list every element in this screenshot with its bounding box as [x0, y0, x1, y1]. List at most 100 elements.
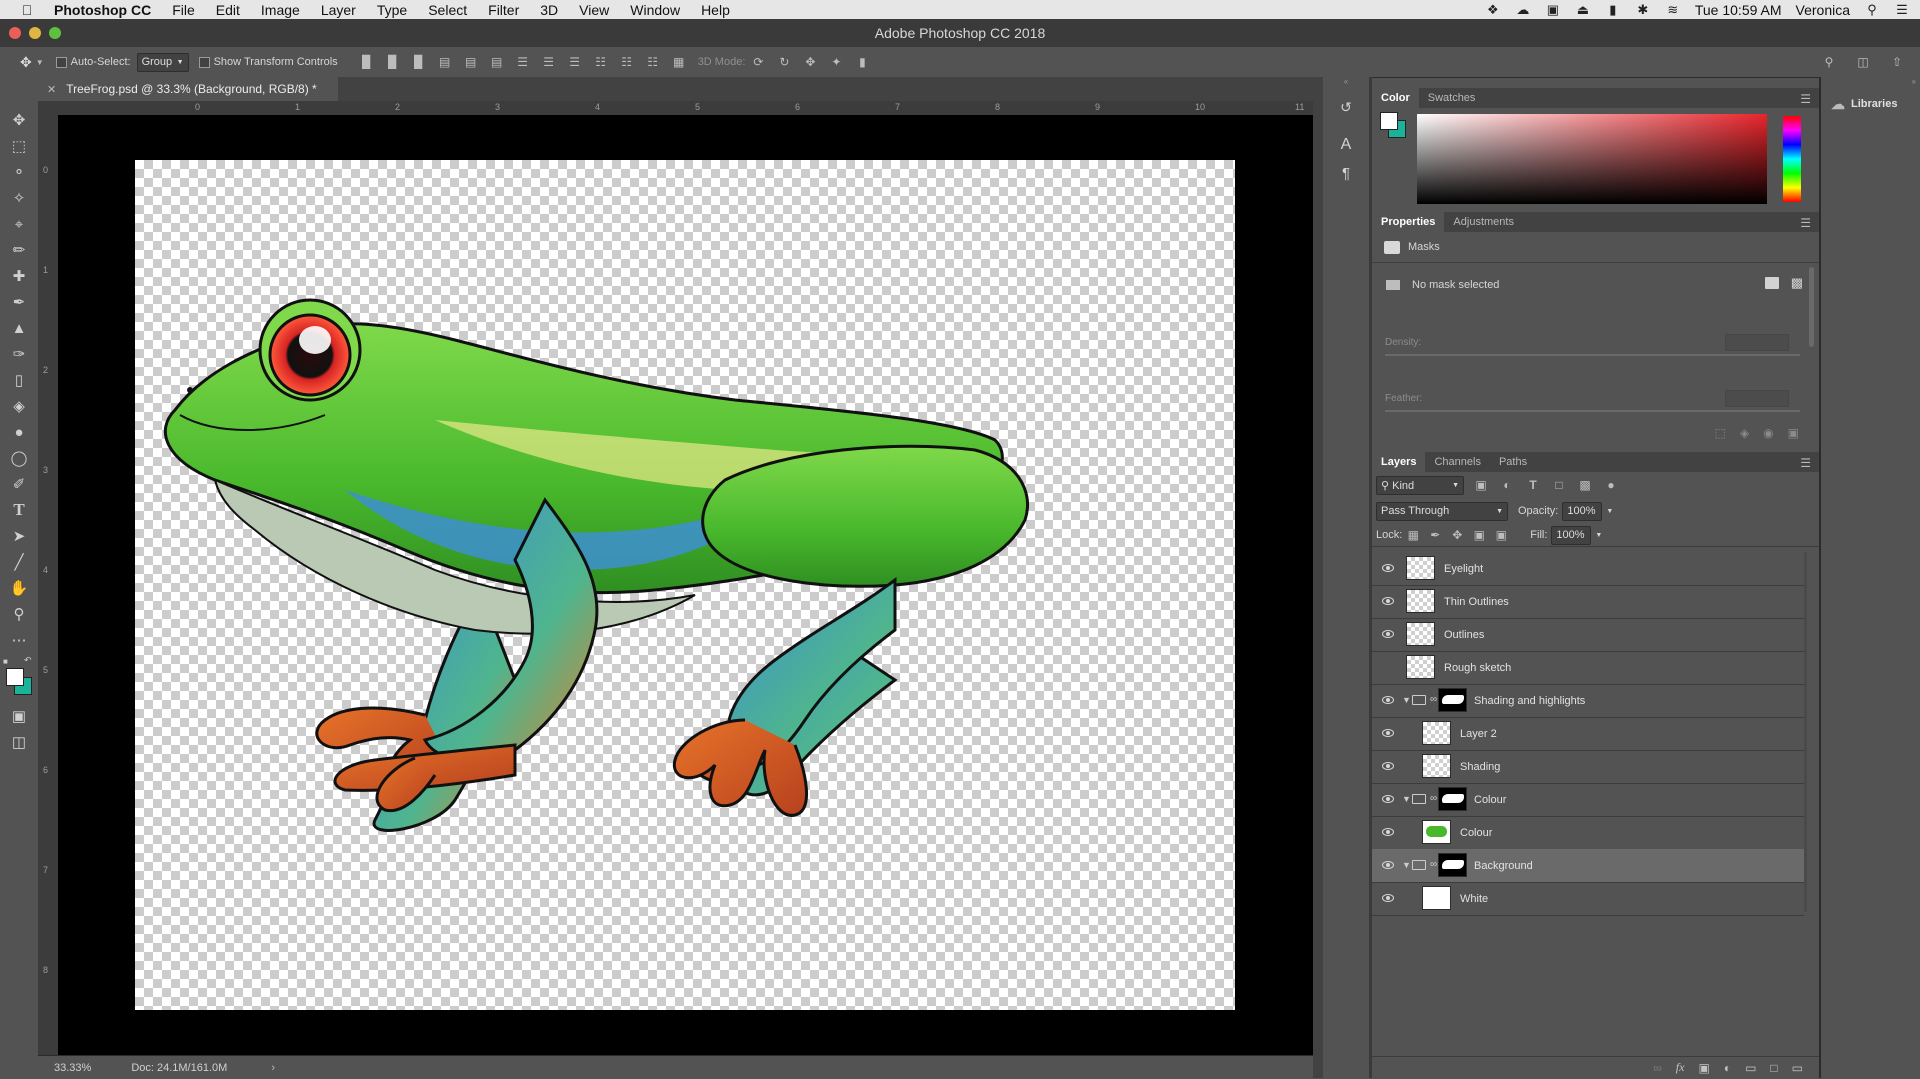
visibility-eye-icon[interactable]: [1382, 729, 1394, 737]
visibility-eye-icon[interactable]: [1382, 564, 1394, 572]
layer-filter-dropdown[interactable]: ⚲ Kind ▼: [1376, 475, 1464, 495]
trash-icon[interactable]: ▭: [1792, 1061, 1803, 1075]
eject-icon[interactable]: ⏏: [1575, 2, 1591, 18]
zoom-window-button[interactable]: [49, 27, 61, 39]
visibility-eye-icon[interactable]: [1382, 894, 1394, 902]
filter-pixel-icon[interactable]: ▣: [1474, 478, 1488, 492]
collapse-panel-icon[interactable]: »: [1821, 77, 1920, 91]
dodge-tool-icon[interactable]: ◯: [0, 445, 38, 471]
visibility-eye-icon[interactable]: [1382, 861, 1394, 869]
foreground-color-swatch[interactable]: [6, 668, 24, 686]
auto-select-checkbox[interactable]: [55, 56, 67, 68]
menu-type[interactable]: Type: [377, 2, 407, 18]
fx-icon[interactable]: fx: [1676, 1060, 1685, 1075]
tab-layers[interactable]: Layers: [1372, 452, 1426, 472]
filter-adjustment-icon[interactable]: ◐: [1500, 478, 1514, 492]
feather-input[interactable]: [1725, 390, 1789, 407]
spotlight-search-icon[interactable]: ⚲: [1864, 2, 1880, 18]
minimize-window-button[interactable]: [29, 27, 41, 39]
battery-icon[interactable]: ▮: [1605, 2, 1621, 18]
lock-image-icon[interactable]: ✒: [1428, 528, 1442, 542]
move-tool-icon[interactable]: ✥: [0, 107, 38, 133]
visibility-eye-icon[interactable]: [1382, 630, 1394, 638]
add-pixel-mask-icon[interactable]: [1765, 277, 1779, 289]
distribute-vcenter-icon[interactable]: ☰: [542, 55, 556, 69]
doc-size[interactable]: Doc: 24.1M/161.0M: [131, 1062, 227, 1074]
align-bottom-icon[interactable]: ▉: [412, 55, 426, 69]
zoom-tool-icon[interactable]: ⚲: [0, 601, 38, 627]
align-hcenter-icon[interactable]: ▤: [464, 55, 478, 69]
visibility-eye-icon[interactable]: [1382, 795, 1394, 803]
path-selection-tool-icon[interactable]: ➤: [0, 523, 38, 549]
chevron-down-icon[interactable]: ▼: [1402, 860, 1411, 870]
group-mask-thumbnail[interactable]: [1438, 853, 1467, 877]
align-top-icon[interactable]: ▉: [360, 55, 374, 69]
menu-window[interactable]: Window: [630, 2, 680, 18]
layer-group-row[interactable]: ▼ ∞ Background: [1372, 849, 1804, 883]
opacity-input[interactable]: 100%: [1562, 501, 1603, 521]
tab-adjustments[interactable]: Adjustments: [1444, 212, 1523, 232]
distribute-top-icon[interactable]: ☰: [516, 55, 530, 69]
quick-select-tool-icon[interactable]: ✧: [0, 185, 38, 211]
menu-edit[interactable]: Edit: [216, 2, 240, 18]
menu-app-name[interactable]: Photoshop CC: [54, 2, 151, 18]
display-icon[interactable]: ▣: [1545, 2, 1561, 18]
tab-swatches[interactable]: Swatches: [1419, 88, 1485, 108]
chevron-down-icon[interactable]: ▼: [1402, 794, 1411, 804]
horizontal-ruler[interactable]: 0 1 2 3 4 5 6 7 8 9 10 11: [58, 101, 1313, 116]
default-colors-icon[interactable]: ■: [3, 657, 8, 666]
close-tab-icon[interactable]: ✕: [47, 83, 56, 96]
ruler-origin[interactable]: [38, 101, 58, 115]
visibility-eye-icon[interactable]: [1382, 597, 1394, 605]
user-name[interactable]: Veronica: [1796, 2, 1850, 18]
3d-roll-icon[interactable]: ↻: [777, 55, 791, 69]
layer-row[interactable]: Shading: [1372, 750, 1804, 784]
layer-group-row[interactable]: ▼ ∞ Shading and highlights: [1372, 684, 1804, 718]
filter-shape-icon[interactable]: □: [1552, 478, 1566, 492]
distribute-right-icon[interactable]: ☷: [646, 55, 660, 69]
3d-pan-icon[interactable]: ✥: [803, 55, 817, 69]
color-field[interactable]: [1417, 114, 1767, 204]
move-tool-preset-icon[interactable]: ✥: [20, 54, 32, 71]
vertical-ruler[interactable]: 0 1 2 3 4 5 6 7 8: [38, 115, 59, 1055]
filter-toggle-icon[interactable]: ●: [1604, 478, 1618, 492]
history-panel-icon[interactable]: ↺: [1323, 91, 1369, 123]
panel-menu-icon[interactable]: ☰: [1800, 216, 1811, 230]
menu-view[interactable]: View: [579, 2, 609, 18]
layer-row[interactable]: Thin Outlines: [1372, 585, 1804, 619]
3d-slide-icon[interactable]: ✦: [829, 55, 843, 69]
panel-menu-icon[interactable]: ☰: [1800, 92, 1811, 106]
type-tool-icon[interactable]: T: [0, 497, 38, 523]
quick-mask-icon[interactable]: ▣: [0, 703, 38, 729]
density-slider[interactable]: [1385, 354, 1800, 356]
menu-filter[interactable]: Filter: [488, 2, 519, 18]
brush-tool-icon[interactable]: ✒: [0, 289, 38, 315]
distribute-hcenter-icon[interactable]: ☷: [620, 55, 634, 69]
chevron-down-icon[interactable]: ▼: [36, 58, 44, 67]
dropbox-icon[interactable]: ❖: [1485, 2, 1501, 18]
pen-tool-icon[interactable]: ✐: [0, 471, 38, 497]
layer-row[interactable]: Rough sketch: [1372, 651, 1804, 685]
group-mask-thumbnail[interactable]: [1438, 688, 1467, 712]
color-panel-foreground-swatch[interactable]: [1380, 112, 1398, 130]
menu-layer[interactable]: Layer: [321, 2, 356, 18]
tab-properties[interactable]: Properties: [1372, 212, 1445, 232]
libraries-button[interactable]: ☁ Libraries: [1821, 91, 1920, 117]
delete-mask-icon[interactable]: ▣: [1788, 426, 1799, 440]
apple-icon[interactable]: : [18, 2, 36, 18]
tab-color[interactable]: Color: [1372, 88, 1419, 108]
character-panel-icon[interactable]: Α: [1323, 131, 1369, 159]
toggle-mask-icon[interactable]: ◉: [1763, 426, 1773, 440]
tab-paths[interactable]: Paths: [1490, 452, 1536, 472]
lock-artboard-icon[interactable]: ▣: [1472, 528, 1486, 542]
chevron-right-icon[interactable]: ›: [271, 1062, 275, 1074]
hue-slider[interactable]: [1783, 116, 1801, 202]
eyedropper-tool-icon[interactable]: ✏: [0, 237, 38, 263]
auto-select-dropdown[interactable]: Group ▼: [136, 52, 189, 72]
add-vector-mask-icon[interactable]: ▩: [1791, 275, 1803, 291]
document-tab[interactable]: ✕ TreeFrog.psd @ 33.3% (Background, RGB/…: [38, 77, 338, 101]
zoom-level[interactable]: 33.33%: [54, 1062, 91, 1074]
layer-row[interactable]: Eyelight: [1372, 552, 1804, 586]
properties-scrollbar[interactable]: [1809, 267, 1814, 347]
new-layer-icon[interactable]: □: [1770, 1061, 1777, 1075]
